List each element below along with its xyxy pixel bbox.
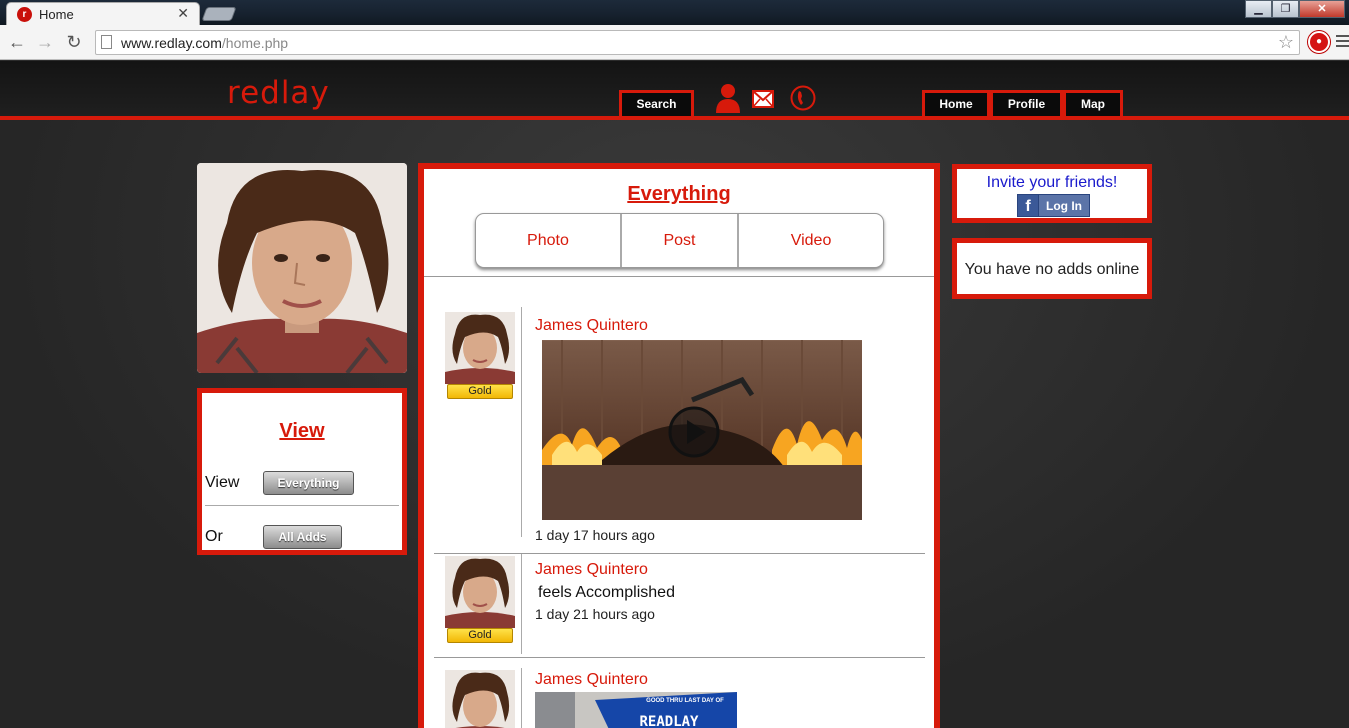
- feed-title[interactable]: Everything: [424, 183, 934, 206]
- all-adds-button[interactable]: All Adds: [263, 525, 342, 549]
- view-label: View: [205, 474, 240, 491]
- nav-map-button[interactable]: Map: [1063, 90, 1123, 117]
- photo-sign-text: READLAY: [639, 714, 699, 728]
- tab-close-icon[interactable]: ✕: [177, 5, 189, 22]
- profile-picture[interactable]: [197, 163, 407, 373]
- facebook-login-label: Log In: [1046, 199, 1082, 213]
- facebook-login-button[interactable]: f Log In: [1017, 194, 1090, 217]
- nav-home-button[interactable]: Home: [922, 90, 990, 117]
- browser-titlebar: r Home ✕ ▁ ❐ ✕: [0, 0, 1349, 25]
- tab-photo[interactable]: Photo: [476, 214, 622, 267]
- minimize-icon[interactable]: ▁: [1245, 0, 1272, 18]
- video-thumbnail[interactable]: [542, 340, 862, 520]
- post-vertical-line: [521, 554, 522, 654]
- photo-caption: GOOD THRU LAST DAY OF: [646, 698, 724, 704]
- tab-video[interactable]: Video: [739, 214, 883, 267]
- post-separator: [434, 657, 925, 658]
- new-tab-button[interactable]: [201, 7, 237, 21]
- post-avatar[interactable]: [445, 556, 515, 628]
- reload-icon[interactable]: ↻: [63, 31, 85, 53]
- post-avatar[interactable]: [445, 670, 515, 728]
- redlay-favicon-icon: r: [17, 7, 32, 22]
- post-photo[interactable]: GOOD THRU LAST DAY OF READLAY: [535, 692, 737, 728]
- restore-icon[interactable]: ❐: [1272, 0, 1299, 18]
- news-feed: Everything Photo Post Video Gold James Q…: [418, 163, 940, 728]
- post-author-link[interactable]: James Quintero: [535, 317, 648, 335]
- post-vertical-line: [521, 668, 522, 728]
- tab-title: Home: [39, 7, 74, 22]
- browser-toolbar: ← → ↻ www.redlay.com/home.php ☆ ●: [0, 25, 1349, 60]
- post-timestamp: 1 day 21 hours ago: [535, 606, 655, 622]
- feed-post: Gold James Quintero 1 day 17 hours ago: [434, 307, 925, 554]
- tab-post[interactable]: Post: [622, 214, 740, 267]
- nav-profile-button[interactable]: Profile: [990, 90, 1063, 117]
- feed-post: James Quintero GOOD THRU LAST DAY OF REA…: [434, 664, 925, 728]
- gold-badge: Gold: [447, 628, 513, 643]
- site-logo[interactable]: redlay: [227, 75, 330, 111]
- no-adds-text: You have no adds online: [964, 261, 1140, 278]
- post-author-link[interactable]: James Quintero: [535, 561, 648, 579]
- window-controls: ▁ ❐ ✕: [1245, 0, 1345, 18]
- gold-badge: Gold: [447, 384, 513, 399]
- forward-arrow-icon[interactable]: →: [34, 31, 56, 53]
- mail-icon[interactable]: [752, 90, 774, 108]
- window-close-icon[interactable]: ✕: [1299, 0, 1345, 18]
- post-status-text: feels Accomplished: [538, 584, 675, 601]
- person-icon[interactable]: [715, 82, 741, 114]
- browser-menu-icon[interactable]: [1336, 35, 1349, 49]
- site-header: redlay Search Home Profile Map: [0, 61, 1349, 117]
- view-panel-title[interactable]: View: [202, 420, 402, 443]
- facebook-icon: f: [1018, 195, 1039, 216]
- feed-post: Gold James Quintero feels Accomplished 1…: [434, 554, 925, 664]
- adds-status-box: You have no adds online: [952, 238, 1152, 299]
- url-text[interactable]: www.redlay.com/home.php: [121, 35, 288, 51]
- post-avatar[interactable]: [445, 312, 515, 384]
- invite-friends-link[interactable]: Invite your friends!: [957, 174, 1147, 192]
- invite-friends-box: Invite your friends! f Log In: [952, 164, 1152, 223]
- view-everything-button[interactable]: Everything: [263, 471, 354, 495]
- feed-filter-tabs: Photo Post Video: [475, 213, 884, 268]
- page-icon: [101, 35, 112, 49]
- view-panel: View View Everything Or All Adds: [197, 388, 407, 555]
- address-bar[interactable]: www.redlay.com/home.php ☆: [95, 30, 1300, 55]
- post-timestamp: 1 day 17 hours ago: [535, 527, 655, 543]
- view-panel-divider: [205, 505, 399, 506]
- or-label: Or: [205, 528, 223, 545]
- bookmark-star-icon[interactable]: ☆: [1278, 32, 1294, 53]
- browser-tab[interactable]: r Home ✕: [6, 2, 200, 25]
- phone-icon[interactable]: [790, 83, 816, 113]
- feed-divider: [424, 276, 934, 277]
- back-arrow-icon[interactable]: ←: [6, 31, 28, 53]
- search-button[interactable]: Search: [619, 90, 694, 117]
- post-vertical-line: [521, 307, 522, 537]
- post-author-link[interactable]: James Quintero: [535, 671, 648, 689]
- extension-stop-icon[interactable]: ●: [1308, 31, 1330, 53]
